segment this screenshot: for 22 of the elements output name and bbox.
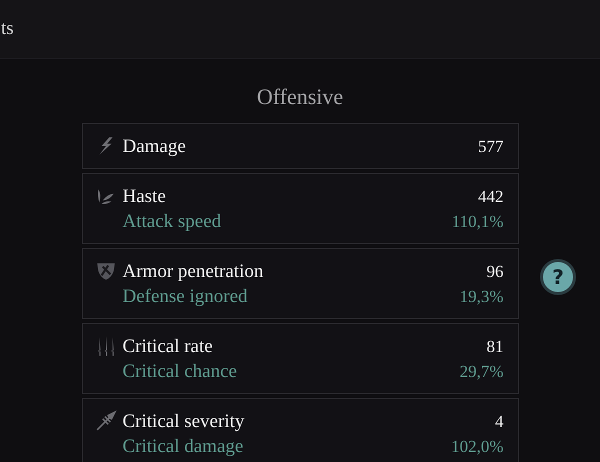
stat-value: 96 xyxy=(486,261,504,283)
stat-name: Damage xyxy=(122,135,186,159)
stat-value: 81 xyxy=(486,336,504,358)
stat-detail-label: Attack speed xyxy=(122,210,222,234)
section-heading: Offensive xyxy=(256,84,344,110)
stat-name: Critical severity xyxy=(122,410,244,434)
stat-name: Haste xyxy=(122,185,166,209)
stat-detail-label: Critical chance xyxy=(122,360,237,384)
stat-detail-label: Critical damage xyxy=(122,435,244,459)
spear-icon xyxy=(94,410,116,432)
stat-value: 577 xyxy=(478,136,504,158)
stat-value: 4 xyxy=(495,411,504,433)
stat-detail-value: 29,7% xyxy=(460,361,504,383)
stat-detail-value: 19,3% xyxy=(460,286,504,308)
stat-value: 442 xyxy=(478,186,504,208)
page-title: ts xyxy=(1,18,14,40)
help-button[interactable]: ? xyxy=(540,259,576,295)
stat-detail-value: 102,0% xyxy=(451,436,504,458)
stat-detail-value: 110,1% xyxy=(452,211,504,233)
stat-detail-label: Defense ignored xyxy=(122,285,248,309)
stat-name: Critical rate xyxy=(122,335,213,359)
stat-name: Armor penetration xyxy=(122,260,264,284)
